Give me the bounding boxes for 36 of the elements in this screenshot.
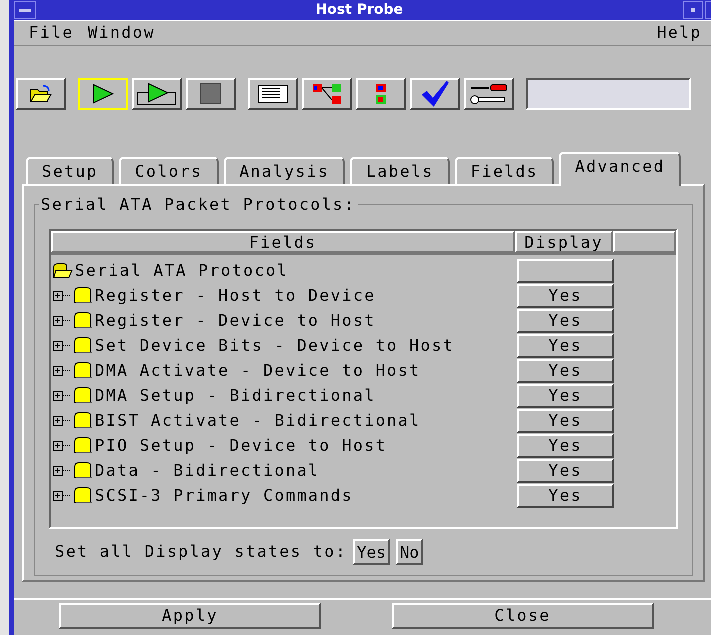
menu-item[interactable]: Window — [88, 21, 156, 45]
tree-item[interactable]: Register - Host to Device — [95, 284, 376, 308]
tab[interactable]: Setup — [26, 157, 114, 184]
display-button[interactable]: Yes — [517, 408, 614, 432]
tree-item[interactable]: PIO Setup - Device to Host — [95, 434, 388, 458]
tree-item[interactable]: Register - Device to Host — [95, 308, 376, 332]
tab[interactable]: Fields — [454, 157, 554, 184]
display-button[interactable]: Yes — [517, 458, 614, 482]
window-title: Host Probe — [314, 0, 404, 20]
dialog-button[interactable]: Close — [392, 603, 654, 629]
display-button[interactable]: Yes — [517, 434, 614, 458]
column-header[interactable]: Display — [515, 231, 613, 253]
tree-item[interactable]: Serial ATA Protocol — [75, 258, 288, 282]
display-button[interactable]: Yes — [517, 308, 614, 332]
tree-item[interactable]: DMA Setup - Bidirectional — [95, 384, 376, 408]
display-button[interactable]: Yes — [517, 384, 614, 408]
tree-item[interactable]: SCSI-3 Primary Commands — [95, 484, 354, 508]
menu-item[interactable]: File — [29, 21, 74, 45]
display-button[interactable]: Yes — [517, 358, 614, 382]
set-all-button[interactable]: No — [396, 539, 424, 565]
dialog-button[interactable]: Apply — [59, 603, 322, 629]
menu-item[interactable]: Help — [657, 21, 702, 45]
tab[interactable]: Labels — [350, 157, 450, 184]
set-all-label: Set all Display states to: — [55, 541, 348, 563]
tree-item[interactable]: Set Device Bits - Device to Host — [95, 334, 454, 358]
display-button[interactable]: Yes — [517, 334, 614, 358]
tree-item[interactable]: Data - Bidirectional — [95, 458, 320, 482]
tab[interactable]: Colors — [119, 157, 219, 184]
column-header[interactable]: Fields — [51, 231, 515, 253]
tree-item[interactable]: BIST Activate - Bidirectional — [95, 408, 421, 432]
display-button[interactable]: Yes — [517, 284, 614, 308]
tab[interactable]: Analysis — [224, 157, 346, 184]
tab[interactable]: Advanced — [559, 152, 682, 186]
set-all-button[interactable]: Yes — [353, 539, 390, 565]
display-button[interactable]: Yes — [517, 484, 614, 508]
tree-item[interactable]: DMA Activate - Device to Host — [95, 358, 421, 382]
